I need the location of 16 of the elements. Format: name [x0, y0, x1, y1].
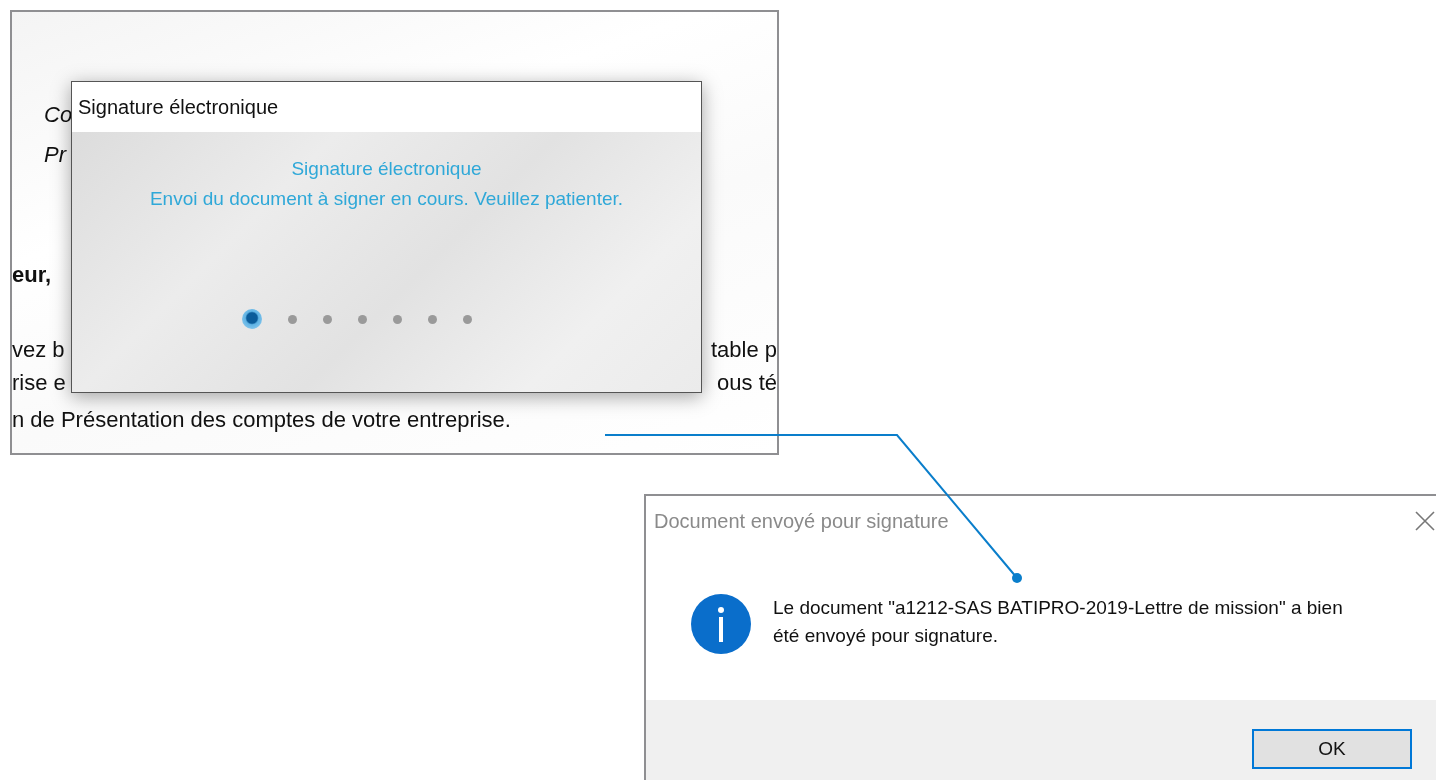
progress-heading: Signature électronique	[291, 157, 482, 181]
message-text: Le document "a1212-SAS BATIPRO-2019-Lettre de mission" a bien été envoyé pour signature.	[773, 596, 1344, 648]
progress-message: Envoi du document à signer en cours. Veuillez patienter.	[149, 187, 624, 211]
dialog-title: Signature électronique	[72, 82, 701, 132]
dialog-title: Document envoyé pour signature	[654, 509, 949, 533]
document-text: ous té	[717, 370, 777, 396]
document-text: vez b	[12, 337, 65, 363]
close-icon[interactable]	[1414, 510, 1436, 532]
document-text: table p	[710, 337, 777, 363]
document-text: Co	[44, 102, 73, 128]
document-text: Pr	[44, 142, 66, 168]
ok-button[interactable]: OK	[1252, 729, 1412, 769]
document-text: n de Présentation des comptes de votre entreprise.	[12, 407, 511, 433]
info-icon	[691, 594, 751, 654]
document-text: eur,	[12, 262, 52, 288]
document-text: rise e	[12, 370, 66, 396]
